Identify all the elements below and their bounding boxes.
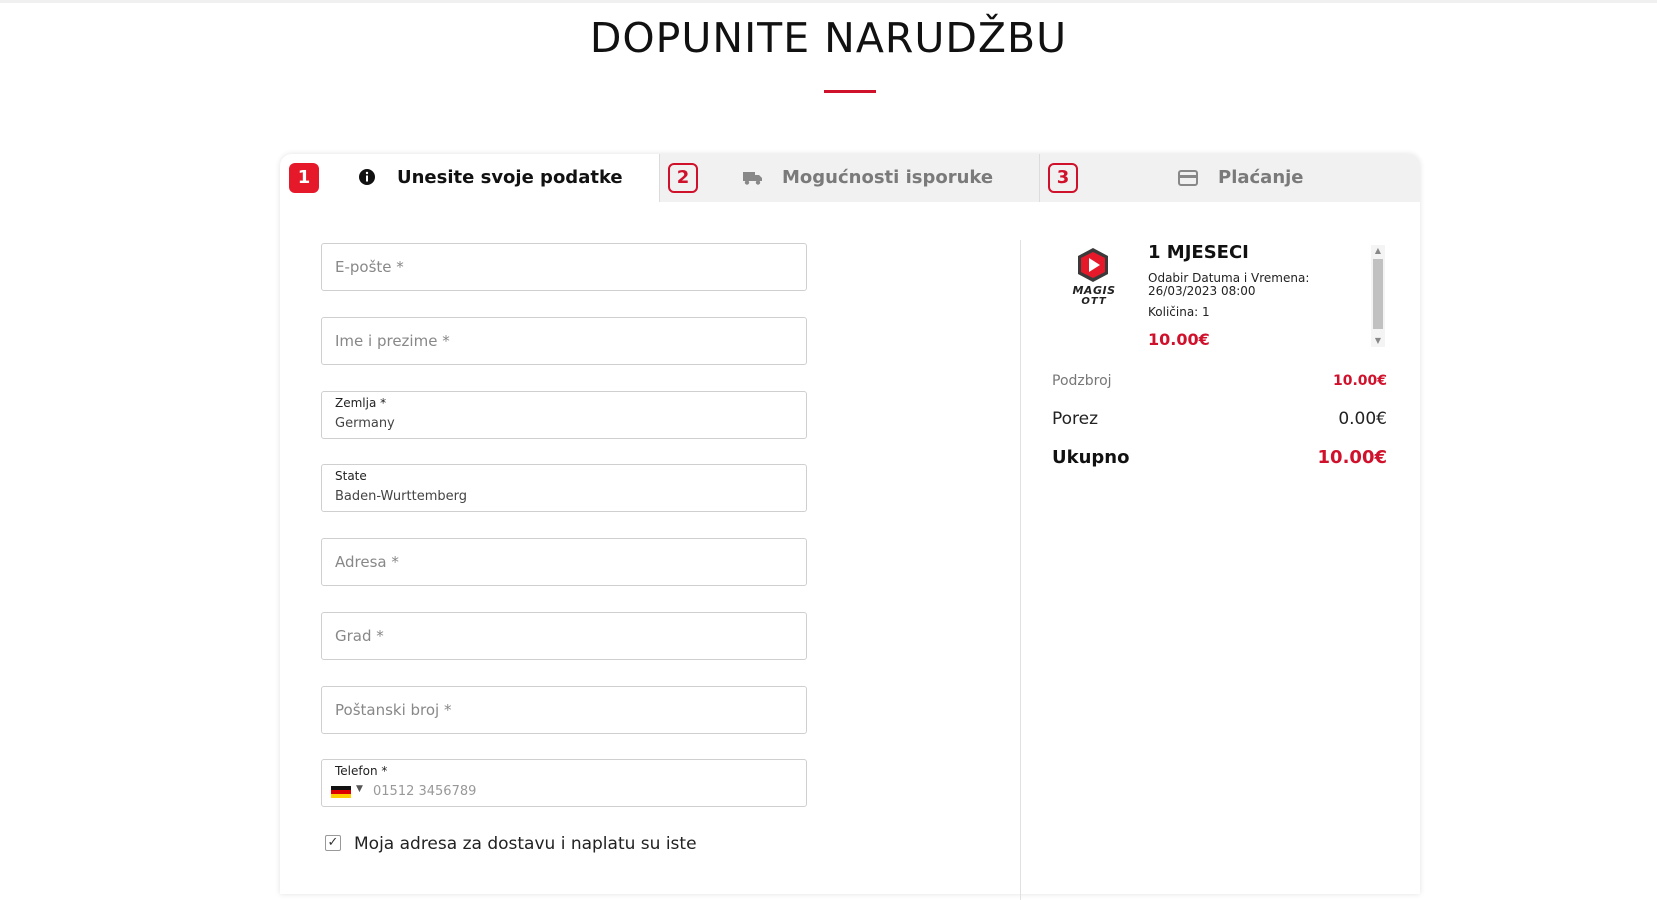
state-label: State: [335, 469, 367, 483]
same-address-checkbox[interactable]: ✓: [325, 835, 341, 851]
product-date: Odabir Datuma i Vremena: 26/03/2023 08:0…: [1148, 271, 1310, 298]
tab-step-3[interactable]: 3 Plaćanje: [1040, 154, 1420, 202]
country-value: Germany: [335, 416, 395, 431]
product-price: 10.00€: [1148, 330, 1210, 349]
product-name: 1 MJESECI: [1148, 242, 1249, 263]
phone-label: Telefon *: [335, 764, 388, 778]
step-number-badge: 1: [289, 163, 319, 193]
name-placeholder: Ime i prezime *: [335, 332, 450, 350]
email-placeholder: E-pošte *: [335, 258, 404, 276]
column-divider: [1020, 240, 1021, 900]
germany-flag-icon[interactable]: [331, 786, 351, 798]
tab-step-1[interactable]: 1 Unesite svoje podatke: [280, 154, 660, 202]
city-field[interactable]: Grad *: [321, 612, 807, 660]
product-quantity: Količina: 1: [1148, 305, 1210, 319]
top-border: [0, 0, 1657, 3]
email-field[interactable]: E-pošte *: [321, 243, 807, 291]
step-number-badge: 3: [1048, 163, 1078, 193]
same-address-label: Moja adresa za dostavu i naplatu su iste: [354, 834, 697, 854]
step-label: Plaćanje: [1218, 167, 1304, 188]
truck-icon: [743, 170, 763, 190]
country-select[interactable]: Zemlja * Germany: [321, 391, 807, 439]
subtotal-value: 10.00€: [1332, 373, 1387, 389]
phone-placeholder: 01512 3456789: [373, 784, 477, 799]
checkout-card: 1 Unesite svoje podatke 2 Mogućnosti isp…: [280, 154, 1420, 900]
scroll-thumb[interactable]: [1373, 259, 1383, 329]
step-number-badge: 2: [668, 163, 698, 193]
tax-label: Porez: [1052, 409, 1099, 429]
info-icon: [358, 168, 376, 190]
address-placeholder: Adresa *: [335, 553, 399, 571]
address-field[interactable]: Adresa *: [321, 538, 807, 586]
total-value: 10.00€: [1317, 447, 1387, 468]
page-title: DOPUNITE NARUDŽBU: [589, 14, 1068, 62]
total-label: Ukupno: [1052, 447, 1130, 468]
chevron-down-icon[interactable]: ▼: [356, 784, 363, 794]
credit-card-icon: [1178, 170, 1198, 190]
postal-placeholder: Poštanski broj *: [335, 701, 452, 719]
step-label: Mogućnosti isporuke: [782, 167, 994, 188]
subtotal-label: Podzbroj: [1052, 373, 1112, 389]
state-select[interactable]: State Baden-Wurttemberg: [321, 464, 807, 512]
checkout-steps: 1 Unesite svoje podatke 2 Mogućnosti isp…: [280, 154, 1420, 202]
title-underline: [824, 90, 876, 93]
tab-step-2[interactable]: 2 Mogućnosti isporuke: [660, 154, 1040, 202]
full-name-field[interactable]: Ime i prezime *: [321, 317, 807, 365]
scroll-down-icon[interactable]: ▼: [1371, 335, 1385, 347]
country-label: Zemlja *: [335, 396, 387, 410]
city-placeholder: Grad *: [335, 627, 384, 645]
postal-code-field[interactable]: Poštanski broj *: [321, 686, 807, 734]
scroll-up-icon[interactable]: ▲: [1371, 245, 1385, 257]
tax-value: 0.00€: [1338, 409, 1387, 429]
phone-field[interactable]: Telefon * ▼ 01512 3456789: [321, 759, 807, 807]
summary-scrollbar[interactable]: ▲ ▼: [1371, 245, 1385, 347]
logo-text: OTT: [1081, 296, 1107, 307]
step-label: Unesite svoje podatke: [397, 167, 623, 188]
state-value: Baden-Wurttemberg: [335, 489, 467, 504]
